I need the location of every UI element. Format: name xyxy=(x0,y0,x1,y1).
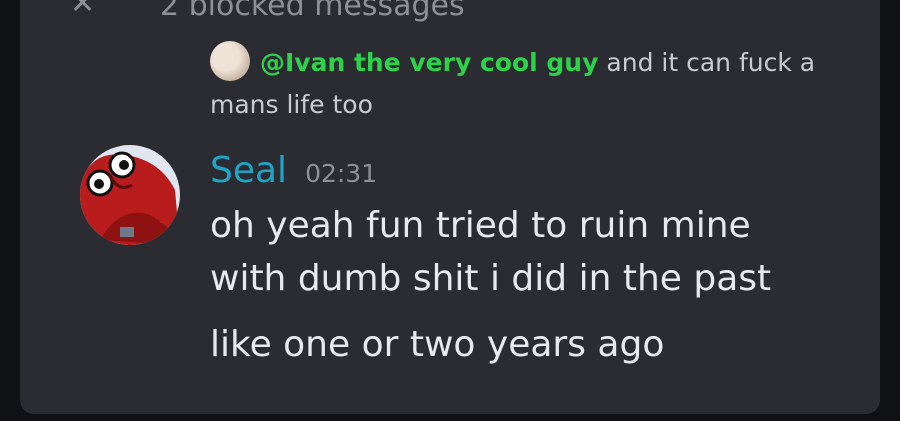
blocked-messages-label[interactable]: 2 blocked messages xyxy=(160,0,465,23)
message-timestamp: 02:31 xyxy=(305,159,378,188)
message-username[interactable]: Seal xyxy=(210,150,287,191)
reply-username[interactable]: @Ivan the very cool guy xyxy=(260,48,598,77)
reply-avatar-icon xyxy=(210,41,250,81)
avatar[interactable] xyxy=(80,145,180,245)
message-text: like one or two years ago xyxy=(210,324,665,365)
reply-preview[interactable]: @Ivan the very cool guy and it can fuck a… xyxy=(210,41,830,126)
message-header: Seal 02:31 xyxy=(210,150,377,191)
seal-avatar-icon xyxy=(80,145,180,245)
message-text: oh yeah fun tried to ruin mine with dumb… xyxy=(210,205,772,299)
close-icon[interactable]: ✕ xyxy=(70,0,95,21)
